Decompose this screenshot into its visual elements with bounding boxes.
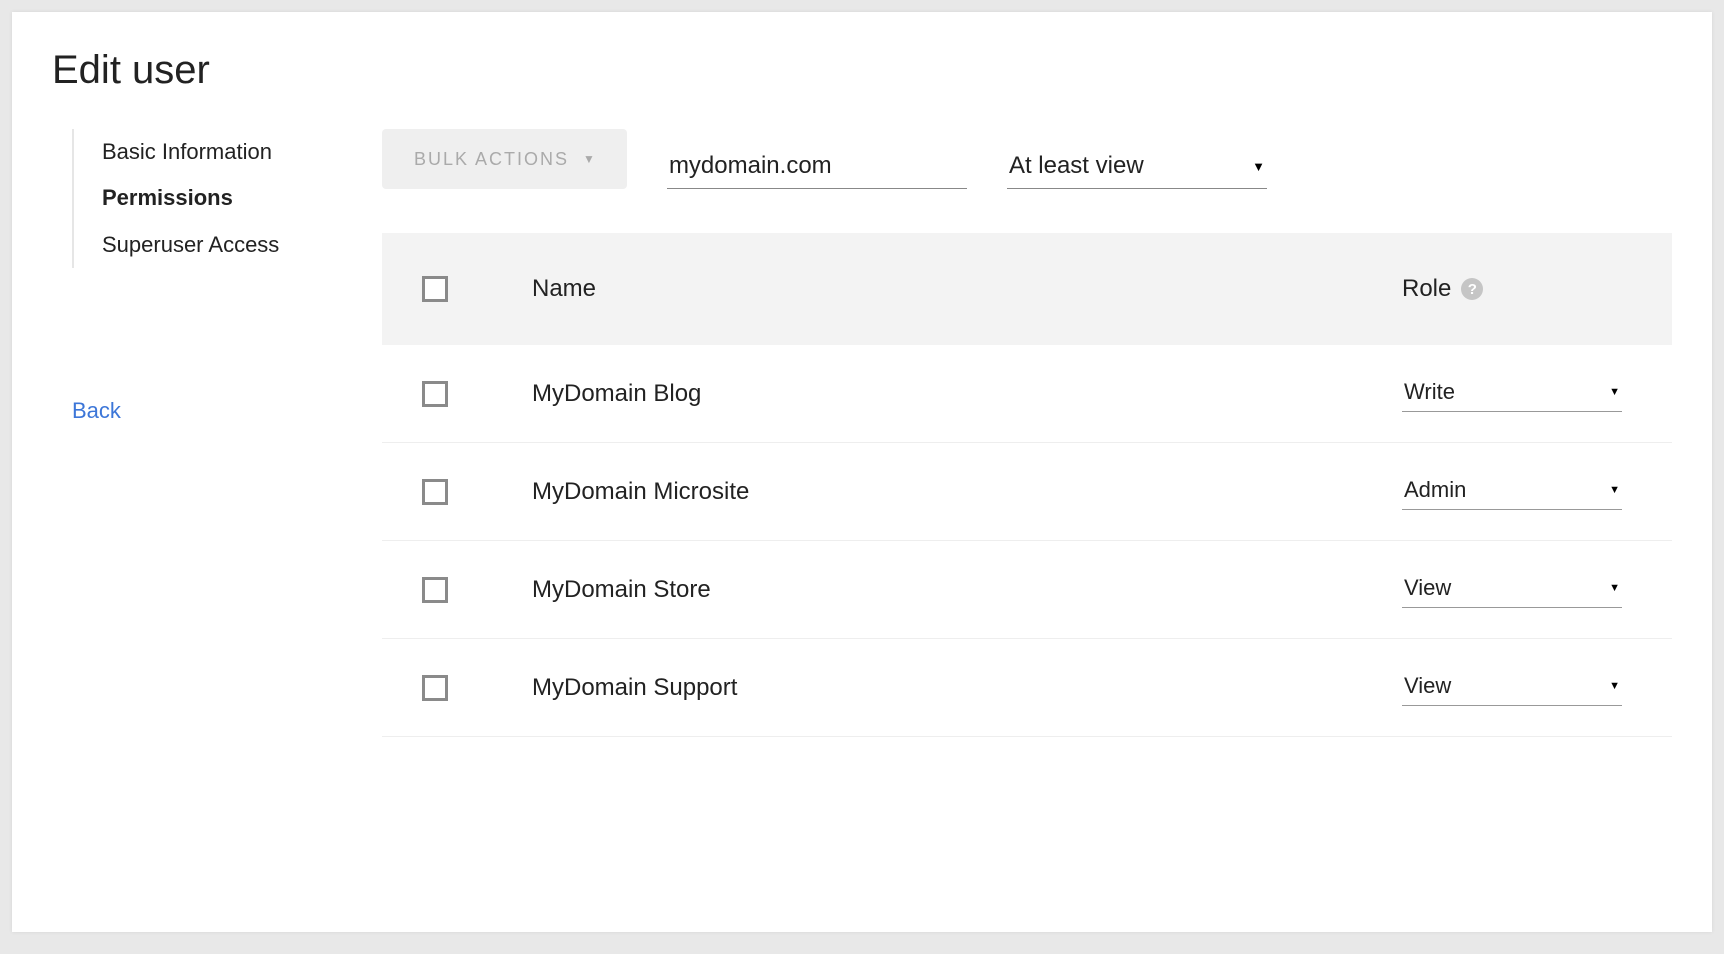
chevron-down-icon: ▼ — [1252, 159, 1265, 174]
row-checkbox-cell — [422, 577, 532, 603]
row-checkbox-cell — [422, 479, 532, 505]
page-title: Edit user — [52, 48, 1672, 93]
row-name: MyDomain Support — [532, 674, 1402, 702]
row-checkbox[interactable] — [422, 381, 448, 407]
select-all-checkbox[interactable] — [422, 276, 448, 302]
chevron-down-icon: ▼ — [1609, 680, 1620, 692]
role-filter-select[interactable]: At least view ▼ — [1007, 144, 1267, 189]
table-row: MyDomain Support View ▼ — [382, 639, 1672, 737]
table-row: MyDomain Microsite Admin ▼ — [382, 443, 1672, 541]
row-name: MyDomain Microsite — [532, 478, 1402, 506]
table-row: MyDomain Store View ▼ — [382, 541, 1672, 639]
sidebar-item-permissions[interactable]: Permissions — [102, 175, 362, 221]
chevron-down-icon: ▼ — [583, 152, 595, 166]
permissions-table: Name Role ? MyDomain Blog Write ▼ — [382, 233, 1672, 737]
main-content: BULK ACTIONS ▼ At least view ▼ Name Rol — [382, 129, 1672, 737]
role-select[interactable]: Admin ▼ — [1402, 473, 1622, 510]
bulk-actions-button[interactable]: BULK ACTIONS ▼ — [382, 129, 627, 189]
row-checkbox-cell — [422, 381, 532, 407]
role-select[interactable]: View ▼ — [1402, 669, 1622, 706]
row-checkbox[interactable] — [422, 479, 448, 505]
row-role-cell: Write ▼ — [1402, 375, 1632, 412]
page-container: Edit user Basic Information Permissions … — [12, 12, 1712, 932]
chevron-down-icon: ▼ — [1609, 582, 1620, 594]
row-checkbox[interactable] — [422, 577, 448, 603]
chevron-down-icon: ▼ — [1609, 386, 1620, 398]
role-select-label: Admin — [1404, 477, 1466, 503]
role-select-label: Write — [1404, 379, 1455, 405]
row-name: MyDomain Store — [532, 576, 1402, 604]
bulk-actions-label: BULK ACTIONS — [414, 149, 569, 170]
sidebar-nav: Basic Information Permissions Superuser … — [72, 129, 362, 268]
sidebar: Basic Information Permissions Superuser … — [52, 129, 362, 737]
role-select-label: View — [1404, 673, 1451, 699]
row-checkbox[interactable] — [422, 675, 448, 701]
toolbar: BULK ACTIONS ▼ At least view ▼ — [382, 129, 1672, 189]
role-filter-label: At least view — [1009, 152, 1144, 180]
header-checkbox-cell — [422, 276, 532, 302]
chevron-down-icon: ▼ — [1609, 484, 1620, 496]
role-select[interactable]: View ▼ — [1402, 571, 1622, 608]
header-role-label: Role — [1402, 275, 1451, 303]
content-row: Basic Information Permissions Superuser … — [52, 129, 1672, 737]
table-row: MyDomain Blog Write ▼ — [382, 345, 1672, 443]
back-link[interactable]: Back — [72, 398, 362, 424]
row-role-cell: View ▼ — [1402, 669, 1632, 706]
domain-filter-input[interactable] — [667, 144, 967, 189]
sidebar-item-superuser-access[interactable]: Superuser Access — [102, 222, 362, 268]
row-checkbox-cell — [422, 675, 532, 701]
role-select-label: View — [1404, 575, 1451, 601]
table-header-row: Name Role ? — [382, 233, 1672, 345]
row-name: MyDomain Blog — [532, 380, 1402, 408]
sidebar-item-basic-information[interactable]: Basic Information — [102, 129, 362, 175]
row-role-cell: Admin ▼ — [1402, 473, 1632, 510]
role-select[interactable]: Write ▼ — [1402, 375, 1622, 412]
header-name: Name — [532, 275, 1402, 303]
header-role: Role ? — [1402, 275, 1632, 303]
help-icon[interactable]: ? — [1461, 278, 1483, 300]
row-role-cell: View ▼ — [1402, 571, 1632, 608]
